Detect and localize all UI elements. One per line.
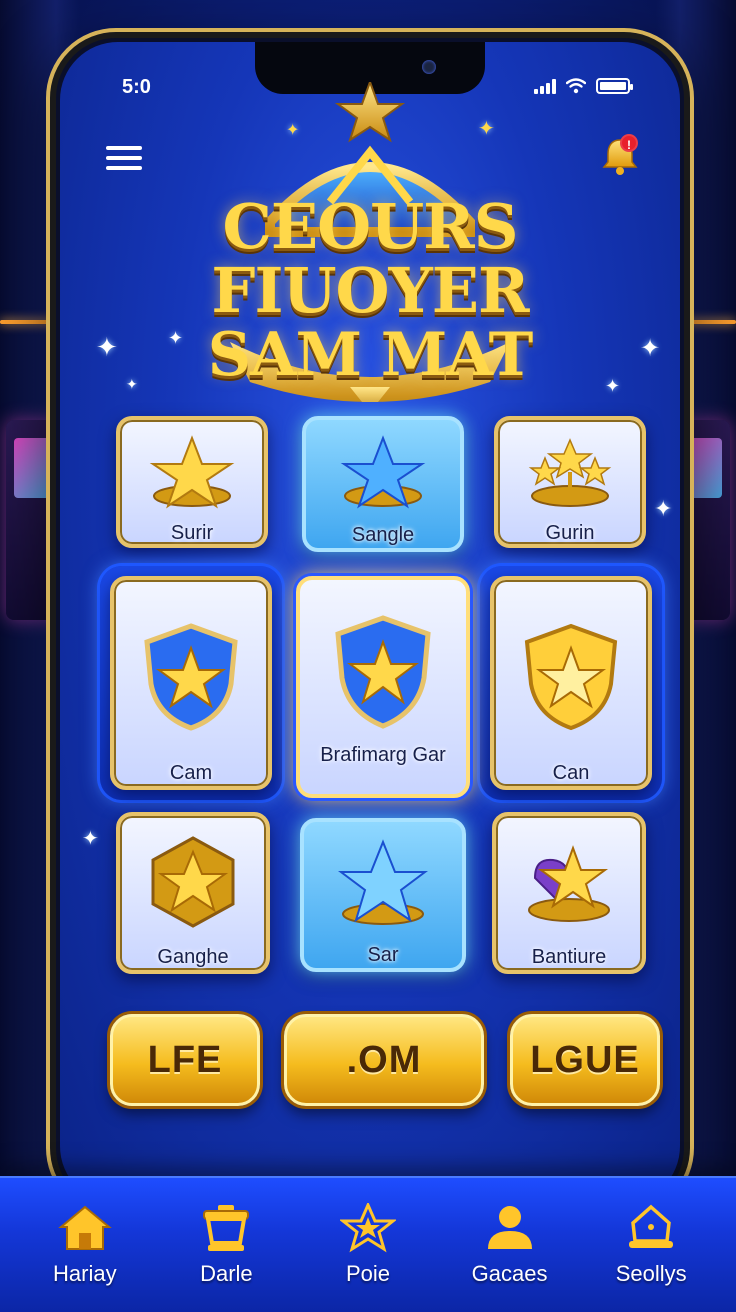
sparkle-icon: ✦ (82, 828, 99, 850)
front-camera (422, 60, 436, 74)
sparkle-icon: ✦ (478, 118, 495, 140)
nav-item-seollys[interactable]: Seollys (591, 1203, 711, 1287)
blue-shield-star-icon (144, 623, 238, 731)
battery-icon (596, 78, 633, 94)
blue-shield-star-icon (335, 615, 431, 729)
sparkle-icon: ✦ (168, 328, 184, 348)
game-card-2[interactable]: Sangle (302, 416, 464, 552)
action-button-label: LGUE (530, 1038, 640, 1081)
notification-button[interactable]: ! (596, 132, 644, 180)
nav-item-gacaes[interactable]: Gacaes (450, 1203, 570, 1287)
action-button-2[interactable]: .OM (284, 1014, 484, 1106)
action-button-label: LFE (147, 1038, 223, 1081)
nav-label: Poie (345, 1261, 390, 1286)
action-button-1[interactable]: LFE (110, 1014, 260, 1106)
game-card-4[interactable]: Cam (110, 576, 272, 790)
nav-label: Gacaes (471, 1261, 548, 1286)
sparkle-icon: ✦ (605, 376, 621, 396)
bottom-nav: Hariay Darle Poie Gacaes Seollys (0, 1176, 736, 1312)
nav-item-darle[interactable]: Darle (166, 1203, 286, 1287)
action-button-3[interactable]: LGUE (510, 1014, 660, 1106)
sparkle-icon: ✦ (286, 122, 300, 139)
home-icon (58, 1205, 112, 1250)
logo-title-line-1: CEOURS (222, 190, 519, 263)
blue-star-pedestal-icon (340, 435, 426, 509)
sparkle-icon: ✦ (640, 335, 661, 362)
game-card-label: Brafimarg Gar (320, 744, 446, 766)
profile-icon (487, 1206, 532, 1249)
game-card-8[interactable]: Sar (300, 818, 466, 972)
triple-star-pedestal-icon (528, 438, 612, 507)
pot-icon (203, 1205, 250, 1251)
star-gem-pedestal-icon (528, 845, 610, 922)
sparkle-icon: ✦ (654, 496, 673, 521)
nav-label: Seollys (615, 1261, 687, 1286)
game-card-label: Cam (169, 762, 213, 784)
action-button-label: .OM (346, 1038, 422, 1081)
game-card-9[interactable]: Bantiure (492, 812, 646, 974)
logo-title-line-2: FIUOYER (211, 254, 529, 327)
menu-button[interactable] (104, 142, 144, 174)
game-card-label: Surir (170, 522, 214, 544)
phone-frame: 5:0 ! CEOURS FIUOYER SAM MAT ✦ ✦ ✦ ✦ ✦ ✦… (46, 28, 694, 1218)
game-card-label: Ganghe (157, 946, 229, 968)
hamburger-icon (106, 146, 142, 150)
nav-item-home[interactable]: Hariay (25, 1203, 145, 1287)
wifi-icon (566, 78, 586, 94)
status-time: 5:0 (122, 76, 151, 98)
game-card-label: Sar (367, 944, 399, 966)
gold-hexagon-star-icon (151, 836, 235, 928)
game-card-6[interactable]: Can (490, 576, 652, 790)
nav-item-poie[interactable]: Poie (308, 1203, 428, 1287)
game-card-label: Gurin (545, 522, 595, 544)
game-card-5[interactable]: Brafimarg Gar (296, 576, 470, 798)
game-card-label: Sangle (351, 524, 415, 546)
notification-badge: ! (620, 134, 638, 152)
star-icon (339, 1203, 396, 1253)
nav-label: Hariay (53, 1261, 117, 1286)
nav-label: Darle (200, 1261, 253, 1286)
game-card-label: Bantiure (531, 946, 607, 968)
gold-star-pedestal-icon (149, 435, 235, 509)
app-screen: 5:0 ! CEOURS FIUOYER SAM MAT ✦ ✦ ✦ ✦ ✦ ✦… (60, 42, 680, 1204)
blue-crystal-star-icon (338, 839, 428, 925)
game-card-1[interactable]: Surir (116, 416, 268, 548)
gold-shield-star-icon (524, 623, 618, 731)
game-card-7[interactable]: Ganghe (116, 812, 270, 974)
game-card-label: Can (552, 762, 590, 784)
game-card-3[interactable]: Gurin (494, 416, 646, 548)
sparkle-icon: ✦ (126, 376, 138, 392)
game-logo: CEOURS FIUOYER SAM MAT (180, 82, 560, 402)
logo-title-line-3: SAM MAT (207, 320, 534, 390)
sparkle-icon: ✦ (96, 332, 118, 362)
bell-outline-icon (629, 1204, 674, 1248)
